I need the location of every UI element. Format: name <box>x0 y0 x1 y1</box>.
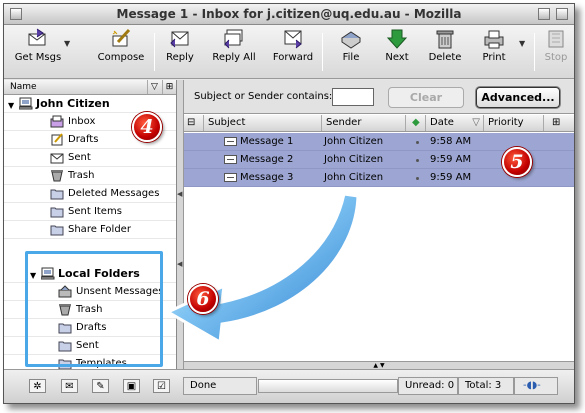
trash-icon <box>59 304 71 316</box>
account-icon <box>19 97 33 110</box>
reply-all-icon <box>224 29 243 49</box>
total-count: Total: 3 <box>458 377 514 395</box>
folder-deleted-messages[interactable]: Deleted Messages <box>4 185 176 203</box>
thread-header: ⊟ Subject Sender ◆ Date ▽ Priority ⊞ <box>184 115 574 132</box>
account-john-citizen[interactable]: ▼ John Citizen <box>4 95 176 113</box>
folder-pane-header[interactable]: Name ▽ ⊞ <box>4 80 176 95</box>
inbox-icon <box>50 115 64 128</box>
thread-column-icon[interactable]: ⊟ <box>184 115 204 131</box>
sender-column-header[interactable]: Sender <box>322 115 406 131</box>
toolbar: Get Msgs ▼ Compose Reply Reply All Forwa… <box>4 25 574 79</box>
folder-icon <box>58 341 72 352</box>
trash-icon <box>51 170 63 182</box>
search-input[interactable] <box>332 88 374 106</box>
reply-all-button[interactable]: Reply All <box>206 28 262 63</box>
folder-icon <box>50 189 64 200</box>
file-button[interactable]: File <box>334 28 368 63</box>
clear-button[interactable]: Clear <box>388 87 464 108</box>
local-folder-drafts[interactable]: Drafts <box>4 319 176 337</box>
status-text: Done <box>183 377 257 395</box>
drafts-icon <box>51 133 63 146</box>
date-header-label: Date <box>430 117 454 128</box>
file-icon <box>341 31 361 49</box>
priority-column-header[interactable]: Priority <box>484 115 544 131</box>
forward-icon <box>284 30 302 49</box>
folder-sent-items[interactable]: Sent Items <box>4 203 176 221</box>
account-local-folders[interactable]: ▼ Local Folders <box>4 265 176 283</box>
print-button[interactable]: Print <box>478 28 510 63</box>
folder-sent[interactable]: Sent <box>4 149 176 167</box>
date-column-header[interactable]: Date ▽ <box>426 115 484 131</box>
folder-icon <box>50 207 64 218</box>
sent-icon <box>50 153 64 164</box>
column-picker-icon[interactable]: ⊞ <box>162 80 176 94</box>
zoom-box-icon[interactable] <box>538 8 550 20</box>
mail-icon[interactable]: ✉ <box>61 379 78 393</box>
navigator-icon[interactable]: ✲ <box>29 379 46 393</box>
envelope-icon <box>224 155 237 164</box>
computer-icon <box>41 267 55 280</box>
reply-icon <box>170 31 189 48</box>
close-box-icon[interactable] <box>10 8 22 20</box>
sort-descending-icon: ▽ <box>472 117 480 128</box>
envelope-icon <box>224 173 237 182</box>
folder-icon <box>58 323 72 334</box>
read-status-column-icon[interactable]: ◆ <box>406 115 426 131</box>
address-book-icon[interactable]: ▣ <box>123 379 140 393</box>
folder-share-folder[interactable]: Share Folder <box>4 221 176 239</box>
local-folder-sent[interactable]: Sent <box>4 337 176 355</box>
callout-badge-4: 4 <box>132 112 162 142</box>
forward-button[interactable]: Forward <box>270 28 316 63</box>
composer-icon[interactable]: ✎ <box>92 379 109 393</box>
unread-count: Unread: 0 <box>398 377 458 395</box>
stop-icon <box>548 30 564 48</box>
get-msgs-dropdown-icon[interactable]: ▼ <box>64 39 70 48</box>
window-title: Message 1 - Inbox for j.citizen@uq.edu.a… <box>116 7 462 21</box>
search-bar: Subject or Sender contains: Clear Advanc… <box>184 80 574 114</box>
stop-button[interactable]: Stop <box>541 28 571 63</box>
outbox-icon <box>58 285 72 298</box>
title-bar[interactable]: Message 1 - Inbox for j.citizen@uq.edu.a… <box>4 4 574 25</box>
collapse-box-icon[interactable] <box>556 8 568 20</box>
column-picker-icon[interactable]: ⊞ <box>544 115 574 131</box>
folder-spacer <box>4 239 176 265</box>
toolbar-separator <box>154 33 155 71</box>
callout-badge-6: 6 <box>188 284 218 314</box>
chat-icon[interactable]: ☑ <box>153 379 170 393</box>
search-label: Subject or Sender contains: <box>194 91 333 102</box>
get-msgs-button[interactable]: Get Msgs <box>12 28 64 63</box>
compose-button[interactable]: Compose <box>92 28 150 63</box>
toolbar-separator <box>534 33 535 71</box>
read-dot-icon[interactable] <box>416 141 419 144</box>
delete-button[interactable]: Delete <box>426 28 464 63</box>
next-icon <box>386 29 408 49</box>
get-msgs-icon <box>28 28 46 46</box>
read-dot-icon[interactable] <box>416 177 419 180</box>
local-folder-trash[interactable]: Trash <box>4 301 176 319</box>
print-icon <box>484 30 504 49</box>
annotation-arrow <box>164 194 360 344</box>
callout-badge-5: 5 <box>502 147 532 177</box>
progress-bar <box>258 379 398 393</box>
horizontal-splitter[interactable]: ▲ ▼ <box>184 361 574 369</box>
folder-icon <box>50 225 64 236</box>
folder-trash[interactable]: Trash <box>4 167 176 185</box>
print-dropdown-icon[interactable]: ▼ <box>519 39 525 48</box>
status-bar: ✲ ✉ ✎ ▣ ☑ Done Unread: 0 Total: 3 -◖◗- <box>4 369 574 403</box>
sort-direction-icon[interactable]: ▽ <box>147 80 161 94</box>
toolbar-separator <box>322 33 323 71</box>
compose-icon <box>112 28 131 47</box>
envelope-icon <box>224 137 237 146</box>
name-column-header[interactable]: Name <box>10 82 37 92</box>
read-dot-icon[interactable] <box>416 159 419 162</box>
folder-unsent-messages[interactable]: Unsent Messages <box>4 283 176 301</box>
subject-column-header[interactable]: Subject <box>204 115 322 131</box>
mail-window: Message 1 - Inbox for j.citizen@uq.edu.a… <box>3 3 575 404</box>
next-button[interactable]: Next <box>382 28 412 63</box>
reply-button[interactable]: Reply <box>160 28 200 63</box>
delete-icon <box>436 30 454 49</box>
online-status-icon[interactable]: -◖◗- <box>514 377 558 395</box>
advanced-button[interactable]: Advanced... <box>476 87 560 108</box>
